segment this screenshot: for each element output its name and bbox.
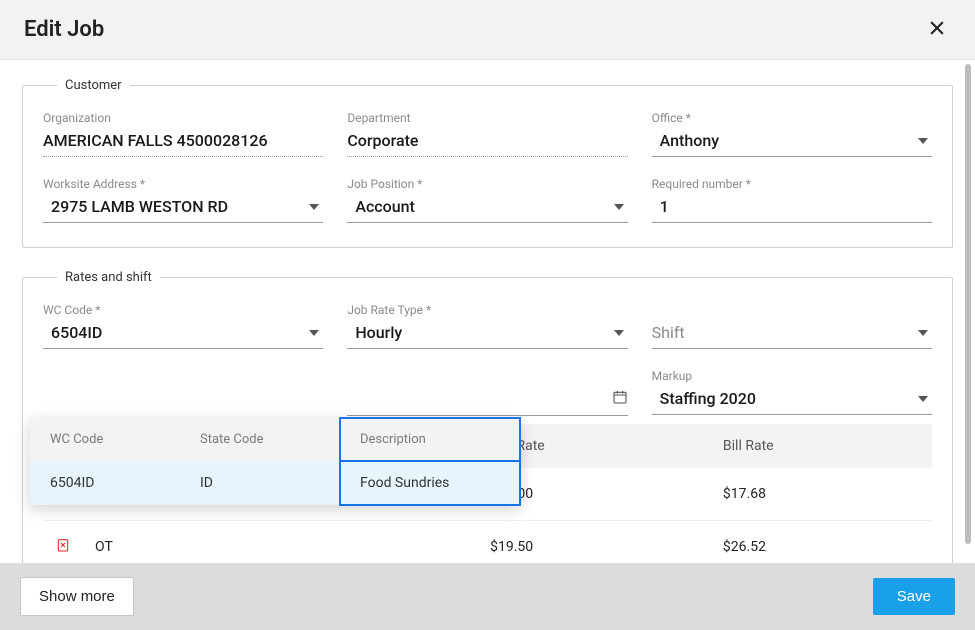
modal-title: Edit Job bbox=[24, 17, 104, 42]
markup-select[interactable]: Staffing 2020 bbox=[652, 385, 932, 415]
department-field: Department Corporate bbox=[347, 111, 627, 157]
required-number-label: Required number * bbox=[652, 177, 932, 191]
shift-label bbox=[652, 303, 932, 317]
wc-code-field: WC Code * 6504ID bbox=[43, 303, 323, 349]
start-date-input[interactable] bbox=[347, 385, 627, 416]
table-row: OT $19.50 $26.52 bbox=[43, 521, 932, 564]
modal-header: Edit Job bbox=[0, 0, 975, 60]
shift-field: Shift bbox=[652, 303, 932, 349]
bill-cell: $26.52 bbox=[711, 521, 932, 564]
rates-legend: Rates and shift bbox=[57, 270, 160, 285]
wc-code-select[interactable]: 6504ID bbox=[43, 319, 323, 349]
wc-dropdown-header-code: WC Code bbox=[30, 418, 180, 461]
required-number-field: Required number * 1 bbox=[652, 177, 932, 223]
txn-cell: OT bbox=[83, 521, 478, 564]
department-input-wrap[interactable]: Corporate bbox=[347, 127, 627, 157]
edit-job-modal: Edit Job Customer Organization AMERICAN … bbox=[0, 0, 975, 630]
office-select[interactable]: Anthony bbox=[652, 127, 932, 157]
position-value: Account bbox=[347, 197, 613, 216]
shift-select[interactable]: Shift bbox=[652, 319, 932, 349]
department-value: Corporate bbox=[347, 131, 627, 150]
close-button[interactable] bbox=[923, 14, 951, 45]
rates-th-bill: Bill Rate bbox=[711, 424, 932, 468]
calendar-icon[interactable] bbox=[612, 389, 628, 409]
rates-section: Rates and shift WC Code * 6504ID Job Rat… bbox=[22, 270, 953, 563]
wc-dropdown-header-state: State Code bbox=[180, 418, 340, 461]
organization-field: Organization AMERICAN FALLS 4500028126 bbox=[43, 111, 323, 157]
chevron-down-icon bbox=[918, 138, 928, 144]
job-rate-type-field: Job Rate Type * Hourly bbox=[347, 303, 627, 349]
wc-dropdown-row[interactable]: 6504ID ID Food Sundries bbox=[30, 461, 520, 505]
start-date-field bbox=[347, 369, 627, 416]
wc-dropdown-row-state: ID bbox=[180, 461, 340, 505]
close-icon bbox=[927, 26, 947, 41]
shift-value: Shift bbox=[652, 323, 918, 342]
show-more-button[interactable]: Show more bbox=[20, 577, 134, 616]
wc-dropdown-header: WC Code State Code Description bbox=[30, 418, 520, 461]
office-value: Anthony bbox=[652, 131, 918, 150]
worksite-select[interactable]: 2975 LAMB WESTON RD bbox=[43, 193, 323, 223]
save-button[interactable]: Save bbox=[873, 578, 955, 615]
bill-cell: $17.68 bbox=[711, 468, 932, 521]
wc-dropdown-header-desc: Description bbox=[340, 418, 520, 461]
job-rate-type-label: Job Rate Type * bbox=[347, 303, 627, 317]
position-select[interactable]: Account bbox=[347, 193, 627, 223]
chevron-down-icon bbox=[309, 204, 319, 210]
required-number-value: 1 bbox=[652, 197, 932, 216]
worksite-value: 2975 LAMB WESTON RD bbox=[43, 197, 309, 216]
pay-cell: $19.50 bbox=[478, 521, 711, 564]
required-number-input[interactable]: 1 bbox=[652, 193, 932, 223]
office-field: Office * Anthony bbox=[652, 111, 932, 157]
delete-row-button[interactable] bbox=[55, 537, 71, 553]
customer-legend: Customer bbox=[57, 78, 130, 93]
wc-dropdown-row-code: 6504ID bbox=[30, 461, 180, 505]
modal-body: Customer Organization AMERICAN FALLS 450… bbox=[0, 60, 975, 563]
worksite-label: Worksite Address * bbox=[43, 177, 323, 191]
chevron-down-icon bbox=[918, 396, 928, 402]
spacer-field bbox=[43, 369, 323, 416]
markup-field: Markup Staffing 2020 bbox=[652, 369, 932, 416]
markup-value: Staffing 2020 bbox=[652, 389, 918, 408]
modal-footer: Show more Save bbox=[0, 563, 975, 630]
job-rate-type-select[interactable]: Hourly bbox=[347, 319, 627, 349]
start-date-label bbox=[347, 369, 627, 383]
position-label: Job Position * bbox=[347, 177, 627, 191]
wc-code-dropdown[interactable]: WC Code State Code Description 6504ID ID… bbox=[30, 418, 520, 505]
chevron-down-icon bbox=[309, 330, 319, 336]
wc-dropdown-row-desc: Food Sundries bbox=[340, 461, 520, 505]
office-label: Office * bbox=[652, 111, 932, 125]
chevron-down-icon bbox=[614, 330, 624, 336]
markup-label: Markup bbox=[652, 369, 932, 383]
organization-value: AMERICAN FALLS 4500028126 bbox=[43, 131, 323, 150]
job-rate-type-value: Hourly bbox=[347, 323, 613, 342]
chevron-down-icon bbox=[614, 204, 624, 210]
organization-label: Organization bbox=[43, 111, 323, 125]
department-label: Department bbox=[347, 111, 627, 125]
wc-code-label: WC Code * bbox=[43, 303, 323, 317]
wc-code-value: 6504ID bbox=[43, 323, 309, 342]
position-field: Job Position * Account bbox=[347, 177, 627, 223]
customer-section: Customer Organization AMERICAN FALLS 450… bbox=[22, 78, 953, 248]
chevron-down-icon bbox=[918, 330, 928, 336]
worksite-field: Worksite Address * 2975 LAMB WESTON RD bbox=[43, 177, 323, 223]
organization-input-wrap[interactable]: AMERICAN FALLS 4500028126 bbox=[43, 127, 323, 157]
